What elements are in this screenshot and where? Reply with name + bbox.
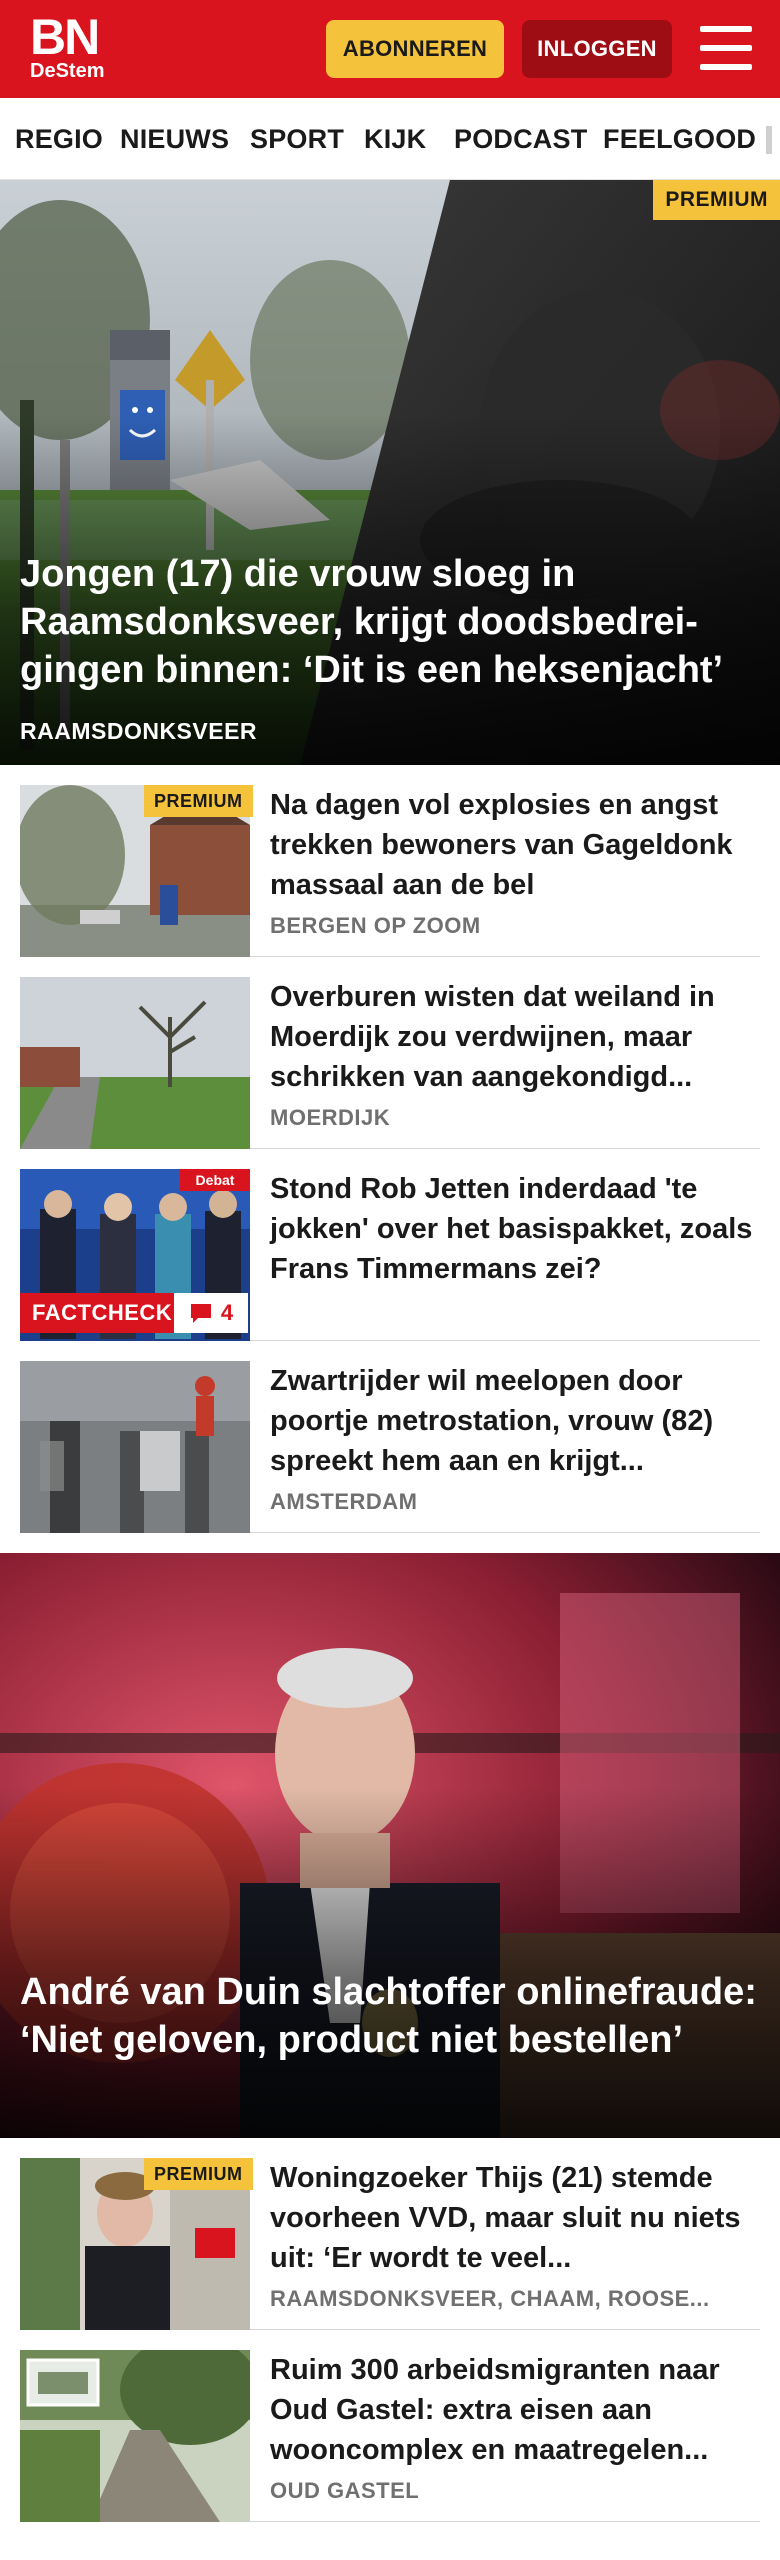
article-location-tag: RAAMSDONKSVEER, CHAAM, ROOSE... [270,2286,710,2311]
hero-article-2[interactable]: André van Duin slachtoffer onlinefraude:… [0,1553,780,2138]
site-logo[interactable]: BN DeStem [30,9,105,82]
hero-article-1[interactable]: PREMIUM Jongen (17) die vrouw sloeg in R… [0,180,780,765]
thumb-label: Debat [196,1172,235,1188]
comment-count: 4 [220,1300,234,1325]
premium-badge: PREMIUM [144,785,253,817]
article-thumbnail [20,977,250,1149]
premium-badge: PREMIUM [144,2158,253,2190]
login-button[interactable]: INLOGGEN [522,20,672,78]
nav-overflow-indicator [766,126,772,154]
article-title[interactable]: Ruim 300 arbeidsmigranten naar Oud Gaste… [270,2350,760,2470]
article-title[interactable]: Overburen wisten dat weiland in Moerdijk… [270,977,760,1097]
logo-main: BN [30,9,100,65]
hamburger-menu-icon[interactable] [700,26,752,70]
article-title[interactable]: Na dagen vol explosies en angst trekken … [270,785,760,905]
logo-sub: DeStem [30,60,105,82]
article-location-tag: MOERDIJK [270,1105,391,1130]
list-item[interactable]: Overburen wisten dat weiland in Moerdijk… [20,977,760,1149]
hero-location-tag: RAAMSDONKSVEER [20,718,258,744]
list-item[interactable]: Zwartrijder wil meelopen door poortje me… [20,1361,760,1533]
premium-badge: PREMIUM [653,180,780,220]
hero-title[interactable]: Jongen (17) die vrouw sloeg in Raamsdonk… [20,550,760,694]
factcheck-badge: FACTCHECK [20,1293,185,1333]
article-thumbnail [20,2350,250,2522]
article-location-tag: AMSTERDAM [270,1489,418,1514]
subscribe-button[interactable]: ABONNEREN [326,20,504,78]
list-item[interactable]: PREMIUM Na dagen vol explosies en angst … [20,785,760,957]
article-title[interactable]: Woningzoeker Thijs (21) stemde voorheen … [270,2158,760,2278]
nav-item-podcast[interactable]: PODCAST [454,98,587,179]
section-nav: REGIO NIEUWS SPORT KIJK PODCAST FEELGOOD [0,98,780,180]
article-title[interactable]: Stond Rob Jetten inderdaad 'te jokken' o… [270,1169,760,1289]
article-title[interactable]: Zwartrijder wil meelopen door poortje me… [270,1361,760,1481]
nav-item-nieuws[interactable]: NIEUWS [120,98,229,179]
nav-item-kijk[interactable]: KIJK [364,98,426,179]
hero-gradient-overlay [0,1787,780,2138]
nav-item-sport[interactable]: SPORT [250,98,344,179]
hero-title[interactable]: André van Duin slachtoffer onlinefraude:… [20,1968,760,2064]
nav-item-feelgood[interactable]: FEELGOOD [603,98,756,179]
nav-item-regio[interactable]: REGIO [15,98,103,179]
top-header: BN DeStem ABONNEREN INLOGGEN [0,0,780,98]
list-item[interactable]: Ruim 300 arbeidsmigranten naar Oud Gaste… [20,2350,760,2522]
article-location-tag: OUD GASTEL [270,2478,420,2503]
comment-icon [190,1304,211,1323]
article-thumbnail [20,1361,250,1533]
article-location-tag: BERGEN OP ZOOM [270,913,481,938]
list-item[interactable]: PREMIUM Woningzoeker Thijs (21) stemde v… [20,2158,760,2330]
comment-count-badge[interactable]: 4 [174,1293,248,1333]
list-item[interactable]: Debat FACTCHECK 4 Stond Rob Jetten inder… [20,1169,760,1341]
